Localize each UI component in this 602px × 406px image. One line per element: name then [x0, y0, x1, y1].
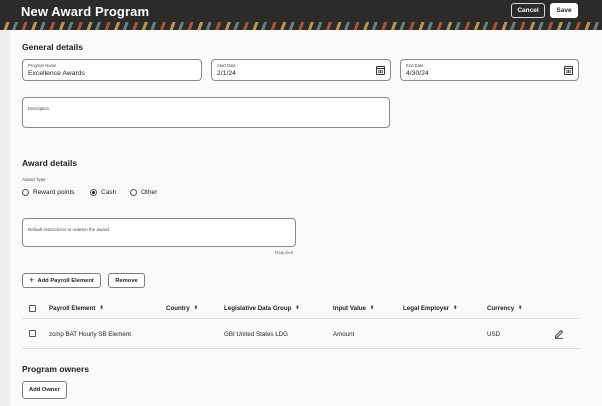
sort-icon[interactable]: ⬍ [370, 306, 374, 311]
general-details-heading: General details [22, 42, 83, 52]
table-row-divider [22, 348, 579, 349]
sort-icon[interactable]: ⬍ [295, 306, 299, 311]
cell-input-value: Amount [333, 331, 355, 338]
description-label: Description [28, 106, 49, 111]
column-input-value-label: Input Value [333, 305, 367, 312]
radio-reward-points-circle[interactable] [22, 189, 29, 196]
radio-cash-circle[interactable] [90, 189, 97, 196]
radio-cash-label: Cash [101, 189, 117, 196]
row-checkbox[interactable] [29, 330, 36, 337]
sort-icon[interactable]: ⬍ [518, 306, 522, 311]
program-name-label: Program Name [28, 63, 57, 68]
column-legal-employer[interactable]: Legal Employer ⬍ [403, 305, 457, 312]
radio-reward-points[interactable]: Reward points [22, 189, 75, 196]
radio-other-label: Other [141, 189, 158, 196]
table-header-divider [22, 318, 579, 319]
column-country[interactable]: Country ⬍ [166, 305, 198, 312]
plus-icon: + [29, 275, 35, 285]
column-legal-employer-label: Legal Employer [403, 305, 450, 312]
column-ldg[interactable]: Legislative Data Group ⬍ [224, 305, 300, 312]
page-title: New Award Program [21, 4, 150, 19]
end-date-field[interactable]: End Date 4/30/24 [400, 59, 579, 81]
start-date-field[interactable]: Start Date 2/1/24 [211, 59, 391, 81]
radio-other-circle[interactable] [130, 189, 137, 196]
cell-ldg: GBI United States LDG [224, 331, 288, 338]
end-date-label: End Date [406, 63, 424, 68]
header-decoration [0, 22, 602, 30]
program-name-field[interactable]: Program Name Excellence Awards [22, 59, 202, 81]
award-type-label: Award Type [22, 177, 46, 182]
description-field[interactable]: Description [22, 97, 390, 128]
select-all-checkbox[interactable] [29, 305, 36, 312]
save-button[interactable]: Save [550, 3, 578, 18]
add-payroll-element-label: Add Payroll Element [37, 277, 94, 284]
column-country-label: Country [166, 305, 190, 312]
calendar-icon[interactable] [564, 66, 573, 75]
award-details-heading: Award details [22, 158, 78, 168]
cell-currency: USD [487, 331, 501, 338]
column-payroll-element[interactable]: Payroll Element ⬍ [49, 305, 104, 312]
remove-button[interactable]: Remove [108, 273, 145, 288]
page-header: New Award Program Cancel Save [0, 0, 602, 30]
column-input-value[interactable]: Input Value ⬍ [333, 305, 374, 312]
column-currency-label: Currency [487, 305, 515, 312]
sort-icon[interactable]: ⬍ [99, 306, 103, 311]
instructions-label: Default instructions to redeem the award [28, 227, 109, 232]
end-date-value: 4/30/24 [406, 70, 429, 77]
required-hint: Required [275, 250, 294, 255]
cell-payroll-element: zcmp BAT Hourly SB Element [49, 331, 131, 338]
calendar-icon[interactable] [376, 66, 385, 75]
pencil-icon[interactable] [554, 329, 564, 339]
add-owner-button[interactable]: Add Owner [22, 381, 67, 399]
instructions-field[interactable]: Default instructions to redeem the award [22, 218, 296, 247]
sort-icon[interactable]: ⬍ [194, 306, 198, 311]
cancel-button[interactable]: Cancel [511, 3, 545, 18]
add-payroll-element-button[interactable]: + Add Payroll Element [22, 273, 101, 288]
column-ldg-label: Legislative Data Group [224, 305, 292, 312]
start-date-label: Start Date [217, 63, 236, 68]
column-payroll-element-label: Payroll Element [49, 305, 96, 312]
program-owners-heading: Program owners [22, 364, 90, 374]
radio-reward-points-label: Reward points [33, 189, 75, 196]
start-date-value: 2/1/24 [217, 70, 236, 77]
radio-other[interactable]: Other [130, 189, 157, 196]
sort-icon[interactable]: ⬍ [453, 306, 457, 311]
column-currency[interactable]: Currency ⬍ [487, 305, 522, 312]
program-name-value: Excellence Awards [28, 70, 85, 77]
radio-cash[interactable]: Cash [90, 189, 116, 196]
